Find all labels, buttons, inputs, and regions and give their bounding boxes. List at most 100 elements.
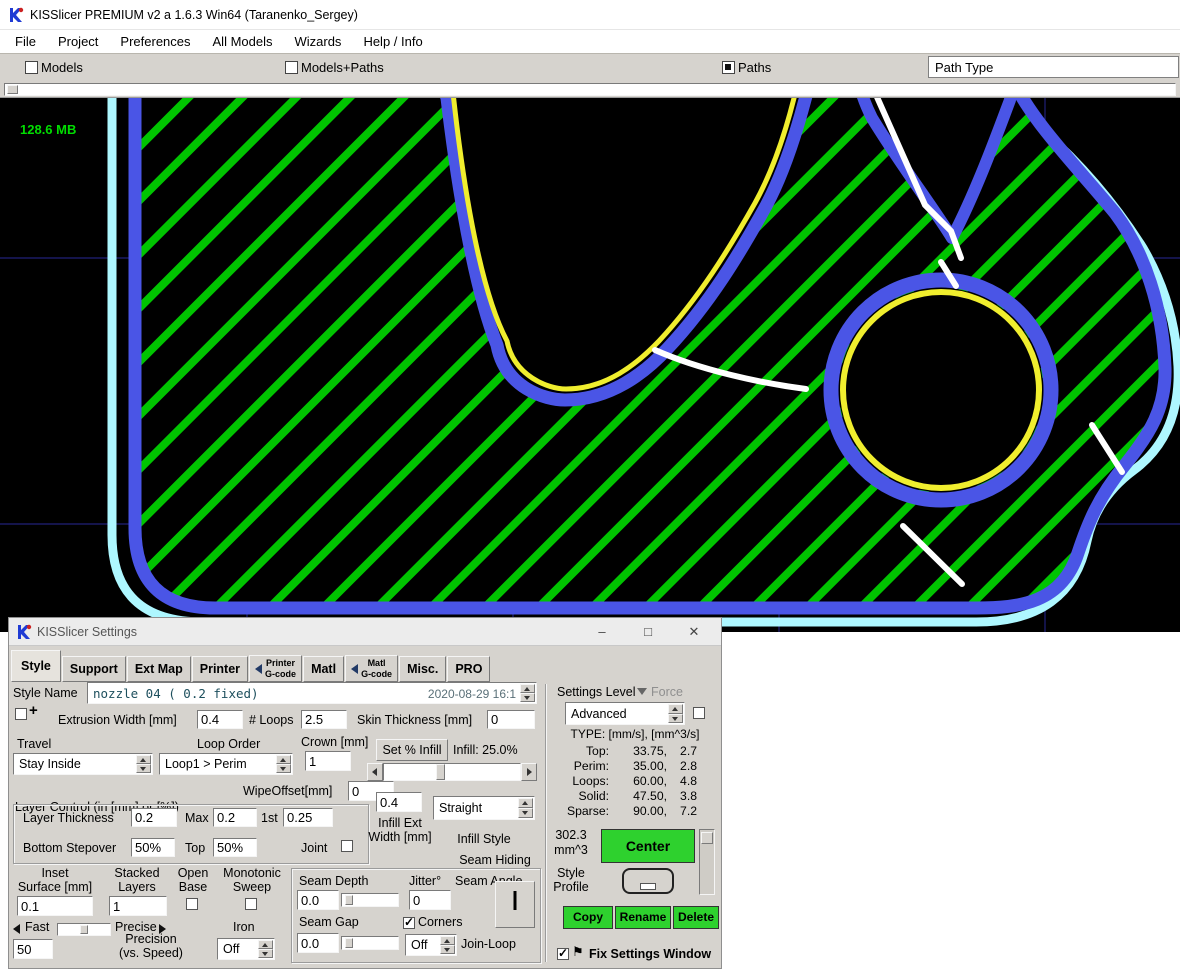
infill-ratio-slider[interactable] — [367, 763, 537, 781]
inset-surface-field[interactable] — [17, 896, 93, 916]
precision-field[interactable] — [13, 939, 53, 959]
style-name-date: 2020-08-29 16:1 — [428, 687, 516, 701]
travel-spinner[interactable] — [136, 755, 151, 773]
joint-checkbox[interactable] — [341, 840, 353, 852]
layer-slider-handle[interactable] — [7, 85, 18, 94]
jitter-label: Jitter° — [409, 874, 441, 888]
skin-thickness-field[interactable] — [487, 710, 535, 729]
bed-part-marker — [640, 883, 656, 890]
monotonic-sweep-label: Monotonic Sweep — [219, 866, 285, 894]
infill-style-spinner[interactable] — [518, 798, 533, 818]
add-style-icon[interactable]: + — [29, 702, 38, 719]
models-radio[interactable] — [25, 61, 38, 74]
maximize-button[interactable]: □ — [631, 620, 665, 643]
seam-angle-dial[interactable] — [495, 881, 535, 928]
seam-angle-needle — [514, 891, 517, 910]
profile-scrollbar[interactable] — [699, 829, 715, 895]
tab-support[interactable]: Support — [62, 656, 126, 682]
first-layer-field[interactable] — [283, 808, 333, 827]
corners-checkbox[interactable] — [403, 917, 415, 929]
view-mode-bar: Models Models+Paths Paths Path Type — [0, 53, 1180, 80]
copy-button[interactable]: Copy — [563, 906, 613, 929]
slider-right-arrow-icon[interactable] — [521, 763, 537, 781]
loop-order-select[interactable]: Loop1 > Perim — [159, 753, 293, 775]
infill-ext-width-label: Infill Ext Width [mm] — [361, 816, 439, 844]
layer-thickness-field[interactable] — [131, 808, 177, 827]
jitter-field[interactable] — [409, 890, 451, 910]
top-stepover-field[interactable] — [213, 838, 257, 857]
settings-level-spinner[interactable] — [668, 704, 683, 723]
num-loops-field[interactable] — [301, 710, 347, 729]
menu-item-all-models[interactable]: All Models — [202, 32, 284, 51]
menu-bar: File Project Preferences All Models Wiza… — [0, 30, 1180, 53]
models-paths-radio[interactable] — [285, 61, 298, 74]
delete-button[interactable]: Delete — [673, 906, 719, 929]
seam-depth-field[interactable] — [297, 890, 339, 910]
menu-item-preferences[interactable]: Preferences — [109, 32, 201, 51]
join-loop-spinner[interactable] — [440, 936, 455, 954]
seam-gap-field[interactable] — [297, 933, 339, 953]
infill-slider-handle[interactable] — [436, 764, 445, 780]
tab-ext-map[interactable]: Ext Map — [127, 656, 191, 682]
set-infill-button[interactable]: Set % Infill — [376, 739, 448, 761]
force-dropdown-icon[interactable] — [637, 688, 647, 695]
infill-ext-width-field[interactable] — [376, 792, 422, 812]
path-type-selector[interactable]: Path Type — [928, 56, 1179, 78]
tab-matl[interactable]: Matl — [303, 656, 344, 682]
settings-level-select[interactable]: Advanced — [565, 702, 685, 725]
seam-gap-slider[interactable] — [341, 936, 399, 950]
num-loops-label: # Loops — [249, 713, 293, 727]
crown-field[interactable] — [305, 751, 351, 771]
slider-left-arrow-icon[interactable] — [367, 763, 383, 781]
volume-value: 302.3 — [543, 828, 599, 842]
join-loop-label: Join-Loop — [461, 937, 516, 951]
style-extra-checkbox[interactable] — [15, 708, 27, 720]
bottom-stepover-field[interactable] — [131, 838, 175, 857]
profile-scrollbar-thumb[interactable] — [701, 832, 713, 844]
seam-depth-slider[interactable] — [341, 893, 399, 907]
paths-radio[interactable] — [722, 61, 735, 74]
tab-printer-gcode[interactable]: Printer G-code — [249, 655, 302, 682]
fast-arrow-icon — [13, 924, 20, 934]
settings-level-checkbox[interactable] — [693, 707, 705, 719]
loop-order-spinner[interactable] — [276, 755, 291, 773]
center-button[interactable]: Center — [601, 829, 695, 863]
speed-table-header: TYPE: [mm/s], [mm^3/s] — [549, 727, 721, 741]
menu-item-project[interactable]: Project — [47, 32, 109, 51]
preview-viewport[interactable]: 128.6 MB — [0, 98, 1180, 632]
max-label: Max — [185, 811, 209, 825]
join-loop-select[interactable]: Off — [405, 934, 457, 956]
precision-slider-handle[interactable] — [80, 925, 88, 934]
style-name-select[interactable]: nozzle 04 ( 0.2 fixed) 2020-08-29 16:1 — [87, 682, 537, 704]
rename-button[interactable]: Rename — [615, 906, 671, 929]
tab-printer[interactable]: Printer — [192, 656, 248, 682]
menu-item-wizards[interactable]: Wizards — [283, 32, 352, 51]
stacked-layers-field[interactable] — [109, 896, 167, 916]
iron-select[interactable]: Off — [217, 938, 275, 960]
speed-row-perim: Perim:35.00,2.8 — [557, 759, 707, 773]
seam-gap-slider-handle[interactable] — [345, 938, 353, 948]
infill-style-select[interactable]: Straight — [433, 796, 535, 820]
settings-title-bar[interactable]: KISSlicer Settings – □ ✕ — [9, 618, 721, 646]
tab-pro[interactable]: PRO — [447, 656, 490, 682]
iron-spinner[interactable] — [258, 940, 273, 958]
fix-settings-checkbox[interactable] — [557, 948, 569, 960]
close-button[interactable]: ✕ — [677, 620, 711, 643]
bed-position-widget[interactable] — [601, 866, 695, 896]
extrusion-width-field[interactable] — [197, 710, 243, 729]
seam-depth-slider-handle[interactable] — [345, 895, 353, 905]
precision-slider[interactable] — [57, 923, 111, 936]
menu-item-file[interactable]: File — [4, 32, 47, 51]
open-base-label: Open Base — [171, 866, 215, 894]
layer-slider[interactable] — [4, 83, 1176, 96]
travel-select[interactable]: Stay Inside — [13, 753, 153, 775]
monotonic-sweep-checkbox[interactable] — [245, 898, 257, 910]
max-thickness-field[interactable] — [213, 808, 257, 827]
menu-item-help-info[interactable]: Help / Info — [352, 32, 433, 51]
style-name-spinner[interactable] — [520, 684, 535, 702]
tab-misc[interactable]: Misc. — [399, 656, 446, 682]
tab-matl-gcode[interactable]: Matl G-code — [345, 655, 398, 682]
open-base-checkbox[interactable] — [186, 898, 198, 910]
tab-style[interactable]: Style — [11, 650, 61, 682]
minimize-button[interactable]: – — [585, 620, 619, 643]
